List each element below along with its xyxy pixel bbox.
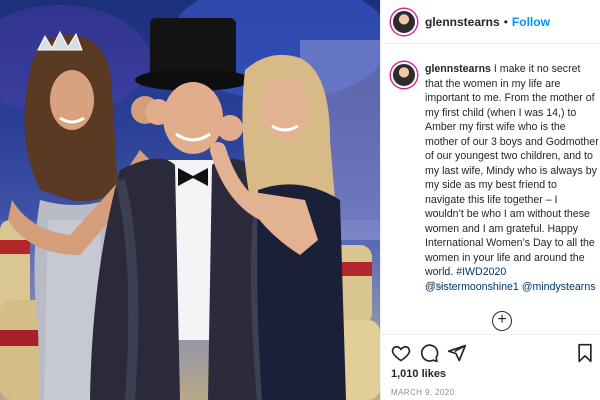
divider [381, 334, 600, 335]
party-photo-illustration [0, 0, 380, 400]
caption-body: I make it no secret that the women in my… [425, 63, 599, 278]
comment-icon[interactable] [419, 343, 439, 363]
caption-username-link[interactable]: glennstearns [425, 63, 491, 75]
heart-icon[interactable] [391, 343, 411, 363]
follow-button[interactable]: Follow [512, 15, 550, 29]
post-header: glennstearns • Follow [381, 0, 600, 44]
add-comment-icon[interactable]: + [492, 311, 512, 331]
header-username-link[interactable]: glennstearns [425, 15, 500, 29]
likes-count[interactable]: 1,010 likes [391, 368, 446, 380]
caption-avatar[interactable] [391, 62, 417, 88]
post-actions-bar [391, 343, 596, 363]
post-photo[interactable] [0, 0, 380, 400]
caption-time-ago[interactable]: 43w [425, 280, 442, 291]
post-caption: glennstearns I make it no secret that th… [391, 62, 599, 294]
share-icon[interactable] [447, 343, 467, 363]
post-details-panel: glennstearns • Follow glennstearns I mak… [380, 0, 600, 400]
post-date[interactable]: MARCH 9, 2020 [391, 388, 454, 397]
header-separator: • [503, 14, 508, 29]
caption-text-block: glennstearns I make it no secret that th… [425, 62, 599, 294]
hashtag-link[interactable]: #IWD2020 [456, 266, 506, 278]
mention-link-2[interactable]: @mindystearns [522, 281, 596, 293]
bookmark-icon[interactable] [576, 343, 594, 363]
avatar[interactable] [391, 8, 417, 35]
